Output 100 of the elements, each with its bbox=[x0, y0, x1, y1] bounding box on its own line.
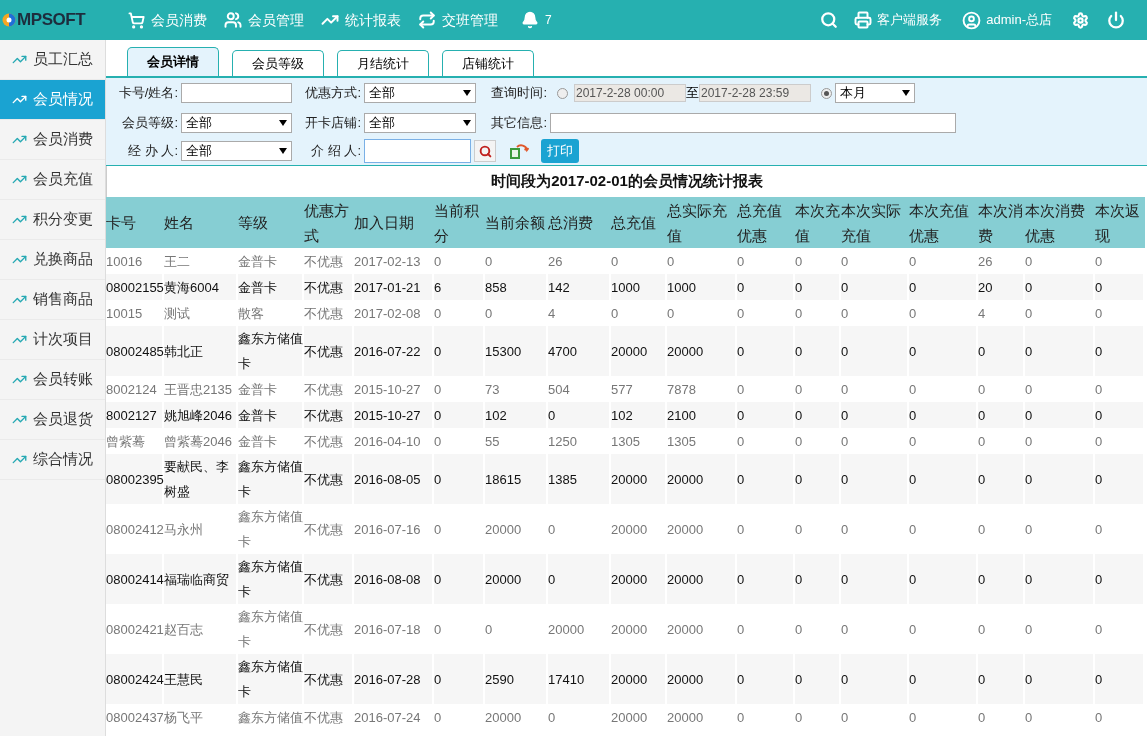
sidebar-item[interactable]: 计次项目 bbox=[0, 320, 105, 360]
table-cell: 26 bbox=[978, 248, 1025, 274]
sidebar-item[interactable]: 综合情况 bbox=[0, 440, 105, 480]
search-button[interactable] bbox=[474, 140, 496, 162]
sidebar-item[interactable]: 会员转账 bbox=[0, 360, 105, 400]
table-cell: 不优惠 bbox=[304, 428, 354, 454]
table-cell: 0 bbox=[737, 504, 795, 554]
table-cell: 20000 bbox=[667, 504, 737, 554]
table-cell: 0 bbox=[1095, 554, 1145, 604]
table-cell: 0 bbox=[434, 604, 485, 654]
radio-button[interactable] bbox=[821, 87, 832, 99]
table-cell: 杨飞平 bbox=[164, 704, 238, 730]
sidebar-item[interactable]: 兑换商品 bbox=[0, 240, 105, 280]
table-cell: 0 bbox=[909, 402, 978, 428]
tab[interactable]: 店铺统计 bbox=[442, 50, 534, 76]
table-cell: 17410 bbox=[548, 654, 611, 704]
table-cell: 0 bbox=[841, 326, 909, 376]
field-label: 卡号/姓名: bbox=[117, 84, 178, 103]
table-cell: 0 bbox=[548, 504, 611, 554]
search-icon[interactable] bbox=[820, 11, 839, 29]
table-cell: 鑫东方储值卡 bbox=[238, 604, 304, 654]
table-cell: 20000 bbox=[485, 704, 548, 730]
sidebar-item[interactable]: 销售商品 bbox=[0, 280, 105, 320]
dropdown[interactable]: 本月 bbox=[835, 83, 915, 103]
table-cell: 0 bbox=[841, 248, 909, 274]
table-cell: 20000 bbox=[667, 604, 737, 654]
dropdown[interactable]: 全部 bbox=[181, 113, 292, 133]
table-cell: 0 bbox=[1095, 402, 1145, 428]
table-cell: 0 bbox=[909, 604, 978, 654]
table-cell: 20 bbox=[978, 274, 1025, 300]
table-cell: 0 bbox=[667, 300, 737, 326]
column-header: 加入日期 bbox=[354, 197, 434, 248]
printer-icon bbox=[854, 11, 873, 29]
dropdown[interactable]: 全部 bbox=[181, 141, 292, 161]
caret-icon bbox=[463, 90, 471, 96]
table-cell: 73 bbox=[485, 376, 548, 402]
table-cell: 0 bbox=[795, 326, 841, 376]
date-field[interactable]: 2017-2-28 23:59 bbox=[699, 84, 811, 102]
dropdown[interactable]: 全部 bbox=[364, 113, 476, 133]
sidebar-item[interactable]: 会员充值 bbox=[0, 160, 105, 200]
table-cell: 2016-08-08 bbox=[354, 554, 434, 604]
tab[interactable]: 会员等级 bbox=[232, 50, 324, 76]
card-name-field[interactable] bbox=[181, 83, 292, 103]
table-cell: 0 bbox=[611, 248, 667, 274]
table-cell: 0 bbox=[978, 704, 1025, 730]
spreadsheet-export-icon[interactable] bbox=[509, 142, 529, 160]
caret-icon bbox=[279, 120, 287, 126]
table-cell: 不优惠 bbox=[304, 454, 354, 504]
dropdown[interactable]: 全部 bbox=[364, 83, 476, 103]
column-header: 当前余额 bbox=[485, 197, 548, 248]
table-cell: 0 bbox=[434, 454, 485, 504]
table-cell: 0 bbox=[1025, 454, 1095, 504]
table-cell: 0 bbox=[909, 376, 978, 402]
table-cell: 0 bbox=[737, 274, 795, 300]
table-cell: 0 bbox=[909, 554, 978, 604]
power-icon[interactable] bbox=[1107, 11, 1125, 29]
range-separator: 至 bbox=[686, 84, 699, 103]
table-cell: 2015-10-27 bbox=[354, 402, 434, 428]
tab[interactable]: 月结统计 bbox=[337, 50, 429, 76]
table-cell: 0 bbox=[1025, 376, 1095, 402]
bell-icon bbox=[521, 11, 539, 29]
table-cell: 2017-02-08 bbox=[354, 300, 434, 326]
table-cell: 20000 bbox=[667, 326, 737, 376]
table-cell: 金普卡 bbox=[238, 428, 304, 454]
table-cell: 08002414 bbox=[106, 554, 164, 604]
table-cell: 08002155 bbox=[106, 274, 164, 300]
date-field[interactable]: 2017-2-28 00:00 bbox=[574, 84, 686, 102]
table-cell: 不优惠 bbox=[304, 326, 354, 376]
table-cell: 0 bbox=[1095, 300, 1145, 326]
table-cell: 08002412 bbox=[106, 504, 164, 554]
column-header: 总消费 bbox=[548, 197, 611, 248]
radio-button[interactable] bbox=[557, 87, 568, 99]
table-cell: 20000 bbox=[611, 704, 667, 730]
column-header: 总充值 bbox=[611, 197, 667, 248]
table-cell: 6 bbox=[434, 274, 485, 300]
table-cell: 102 bbox=[485, 402, 548, 428]
table-cell: 1000 bbox=[667, 274, 737, 300]
table-cell: 0 bbox=[434, 554, 485, 604]
table-cell: 2015-10-27 bbox=[354, 376, 434, 402]
sidebar-item[interactable]: 积分变更 bbox=[0, 200, 105, 240]
table-cell: 08002421 bbox=[106, 604, 164, 654]
referrer-field[interactable] bbox=[364, 139, 471, 163]
table-cell: 马永州 bbox=[164, 504, 238, 554]
field-label: 优惠方式: bbox=[304, 84, 361, 103]
sidebar-item[interactable]: 会员退货 bbox=[0, 400, 105, 440]
table-cell: 08002395 bbox=[106, 454, 164, 504]
table-cell: 0 bbox=[795, 428, 841, 454]
table-cell: 0 bbox=[1025, 402, 1095, 428]
table-cell: 0 bbox=[909, 654, 978, 704]
settings-icon[interactable] bbox=[1072, 11, 1089, 29]
table-cell: 不优惠 bbox=[304, 376, 354, 402]
table-cell: 102 bbox=[611, 402, 667, 428]
table-cell: 0 bbox=[795, 300, 841, 326]
table-cell: 0 bbox=[737, 428, 795, 454]
other-info-field[interactable] bbox=[550, 113, 956, 133]
sidebar-item[interactable]: 会员消费 bbox=[0, 120, 105, 160]
table-cell: 20000 bbox=[611, 504, 667, 554]
table-cell: 08002437 bbox=[106, 704, 164, 730]
tab[interactable]: 会员详情 bbox=[127, 47, 219, 76]
table-cell: 0 bbox=[841, 428, 909, 454]
